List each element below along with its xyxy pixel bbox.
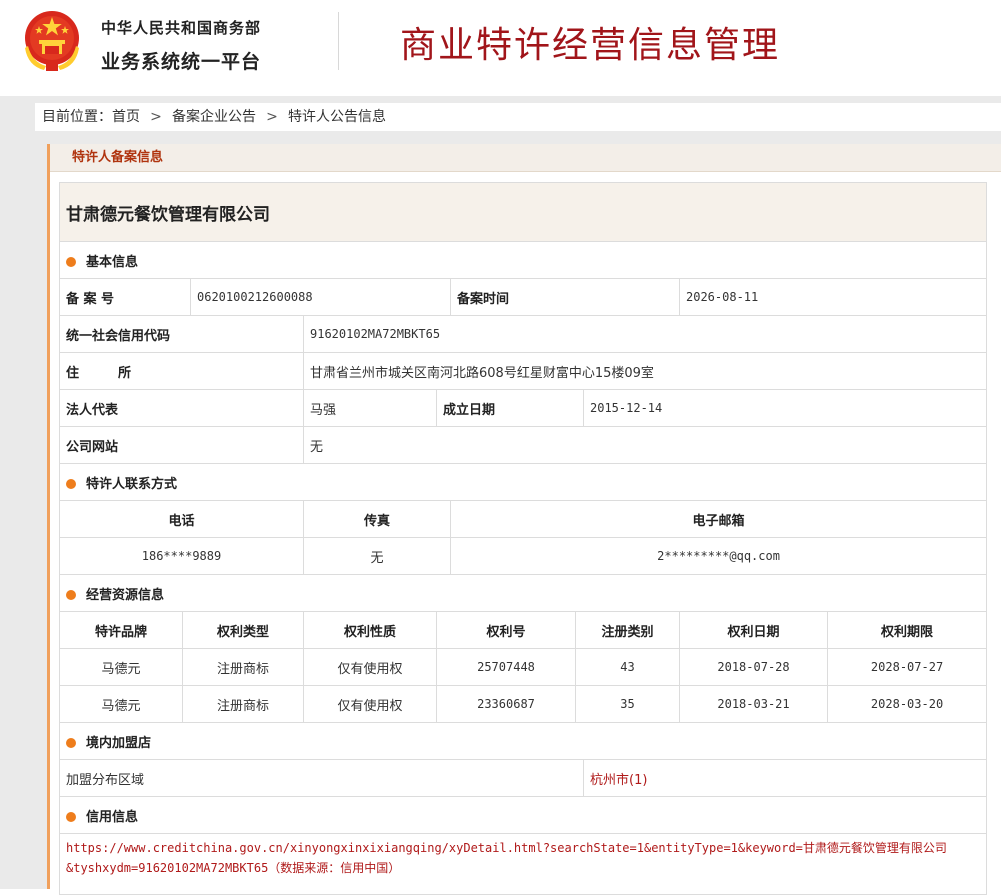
credit-code-row: 统一社会信用代码 91620102MA72MBKT65 bbox=[59, 315, 988, 353]
record-row: 备 案 号 0620100212600088 备案时间 2026-08-11 bbox=[59, 278, 988, 316]
right-number-cell: 23360687 bbox=[436, 685, 576, 723]
bullet-icon bbox=[66, 811, 76, 822]
panel-title: 特许人备案信息 bbox=[50, 144, 1001, 172]
region-label: 加盟分布区域 bbox=[59, 759, 584, 797]
record-no-value: 0620100212600088 bbox=[190, 278, 451, 316]
right-nature-cell: 仅有使用权 bbox=[303, 685, 437, 723]
phone-value: 186****9889 bbox=[59, 537, 304, 575]
section-title: 境内加盟店 bbox=[86, 735, 152, 751]
col-right-date: 权利日期 bbox=[679, 611, 828, 649]
col-brand: 特许品牌 bbox=[59, 611, 183, 649]
website-row: 公司网站 无 bbox=[59, 426, 988, 464]
email-value: 2*********@qq.com bbox=[449, 537, 988, 575]
company-info-table: 甘肃德元餐饮管理有限公司 基本信息 备 案 号 0620100212600088… bbox=[58, 182, 988, 895]
website-label: 公司网站 bbox=[59, 426, 304, 464]
section-basic-info: 基本信息 bbox=[58, 241, 988, 279]
section-title: 基本信息 bbox=[86, 254, 139, 270]
brand-cell: 马德元 bbox=[59, 685, 183, 723]
table-row: 马德元 注册商标 仅有使用权 25707448 43 2018-07-28 20… bbox=[59, 648, 988, 686]
legal-rep-label: 法人代表 bbox=[59, 389, 304, 427]
national-emblem-icon bbox=[25, 11, 79, 71]
section-domestic-stores: 境内加盟店 bbox=[58, 722, 988, 760]
col-reg-class: 注册类别 bbox=[575, 611, 680, 649]
ministry-name: 中华人民共和国商务部 bbox=[101, 19, 262, 37]
breadcrumb-announcements[interactable]: 备案企业公告 bbox=[172, 109, 256, 125]
fax-header: 传真 bbox=[303, 500, 451, 538]
section-credit: 信用信息 bbox=[58, 796, 988, 834]
breadcrumb-separator-icon: > bbox=[266, 109, 278, 125]
section-contact: 特许人联系方式 bbox=[58, 463, 988, 501]
email-header: 电子邮箱 bbox=[449, 500, 988, 538]
col-right-term: 权利期限 bbox=[826, 611, 988, 649]
breadcrumb-current: 特许人公告信息 bbox=[288, 109, 386, 125]
right-type-cell: 注册商标 bbox=[182, 685, 304, 723]
contact-header-row: 电话 传真 电子邮箱 bbox=[59, 500, 988, 538]
legal-rep-row: 法人代表 马强 成立日期 2015-12-14 bbox=[59, 389, 988, 427]
table-row: 马德元 注册商标 仅有使用权 23360687 35 2018-03-21 20… bbox=[59, 685, 988, 723]
bullet-icon bbox=[66, 256, 76, 267]
right-type-cell: 注册商标 bbox=[182, 648, 304, 686]
credit-url-row: https://www.creditchina.gov.cn/xinyongxi… bbox=[58, 833, 988, 895]
company-name: 甘肃德元餐饮管理有限公司 bbox=[58, 182, 988, 242]
section-title: 信用信息 bbox=[86, 809, 139, 825]
company-name-row: 甘肃德元餐饮管理有限公司 bbox=[58, 182, 988, 242]
region-row: 加盟分布区域 杭州市(1) bbox=[59, 759, 988, 797]
founded-value: 2015-12-14 bbox=[582, 389, 988, 427]
page-header: 中华人民共和国商务部 业务系统统一平台 商业特许经营信息管理 bbox=[0, 0, 1001, 96]
section-resources: 经营资源信息 bbox=[58, 574, 988, 612]
bullet-icon bbox=[66, 478, 76, 489]
contact-value-row: 186****9889 无 2*********@qq.com bbox=[59, 537, 988, 575]
legal-rep-value: 马强 bbox=[303, 389, 437, 427]
breadcrumb-home[interactable]: 首页 bbox=[112, 109, 140, 125]
header-divider bbox=[338, 12, 339, 70]
right-number-cell: 25707448 bbox=[436, 648, 576, 686]
right-date-cell: 2018-07-28 bbox=[679, 648, 828, 686]
founded-label: 成立日期 bbox=[436, 389, 584, 427]
breadcrumb: 目前位置：首页 > 备案企业公告 > 特许人公告信息 bbox=[35, 103, 1001, 131]
phone-header: 电话 bbox=[59, 500, 304, 538]
bullet-icon bbox=[66, 589, 76, 600]
col-right-number: 权利号 bbox=[436, 611, 576, 649]
region-link[interactable]: 杭州市(1) bbox=[590, 773, 647, 788]
reg-class-cell: 35 bbox=[575, 685, 680, 723]
right-term-cell: 2028-03-20 bbox=[826, 685, 988, 723]
address-value: 甘肃省兰州市城关区南河北路608号红星财富中心15楼09室 bbox=[302, 352, 988, 390]
credit-url-link[interactable]: https://www.creditchina.gov.cn/xinyongxi… bbox=[58, 833, 988, 895]
record-no-label: 备 案 号 bbox=[59, 278, 191, 316]
bullet-icon bbox=[66, 737, 76, 748]
reg-class-cell: 43 bbox=[575, 648, 680, 686]
col-right-nature: 权利性质 bbox=[303, 611, 437, 649]
credit-code-label: 统一社会信用代码 bbox=[59, 315, 304, 353]
breadcrumb-prefix: 目前位置： bbox=[42, 109, 112, 125]
website-value: 无 bbox=[302, 426, 988, 464]
address-label: 住 所 bbox=[59, 352, 304, 390]
address-row: 住 所 甘肃省兰州市城关区南河北路608号红星财富中心15楼09室 bbox=[59, 352, 988, 390]
resources-header-row: 特许品牌 权利类型 权利性质 权利号 注册类别 权利日期 权利期限 bbox=[59, 611, 988, 649]
record-time-value: 2026-08-11 bbox=[678, 278, 988, 316]
fax-value: 无 bbox=[303, 537, 451, 575]
system-title: 商业特许经营信息管理 bbox=[400, 25, 781, 66]
right-term-cell: 2028-07-27 bbox=[826, 648, 988, 686]
breadcrumb-separator-icon: > bbox=[150, 109, 162, 125]
credit-code-value: 91620102MA72MBKT65 bbox=[302, 315, 988, 353]
platform-name: 业务系统统一平台 bbox=[101, 51, 262, 73]
section-title: 经营资源信息 bbox=[86, 587, 165, 603]
right-nature-cell: 仅有使用权 bbox=[303, 648, 437, 686]
record-time-label: 备案时间 bbox=[450, 278, 680, 316]
brand-cell: 马德元 bbox=[59, 648, 183, 686]
right-date-cell: 2018-03-21 bbox=[679, 685, 828, 723]
col-right-type: 权利类型 bbox=[182, 611, 304, 649]
section-title: 特许人联系方式 bbox=[86, 476, 178, 492]
